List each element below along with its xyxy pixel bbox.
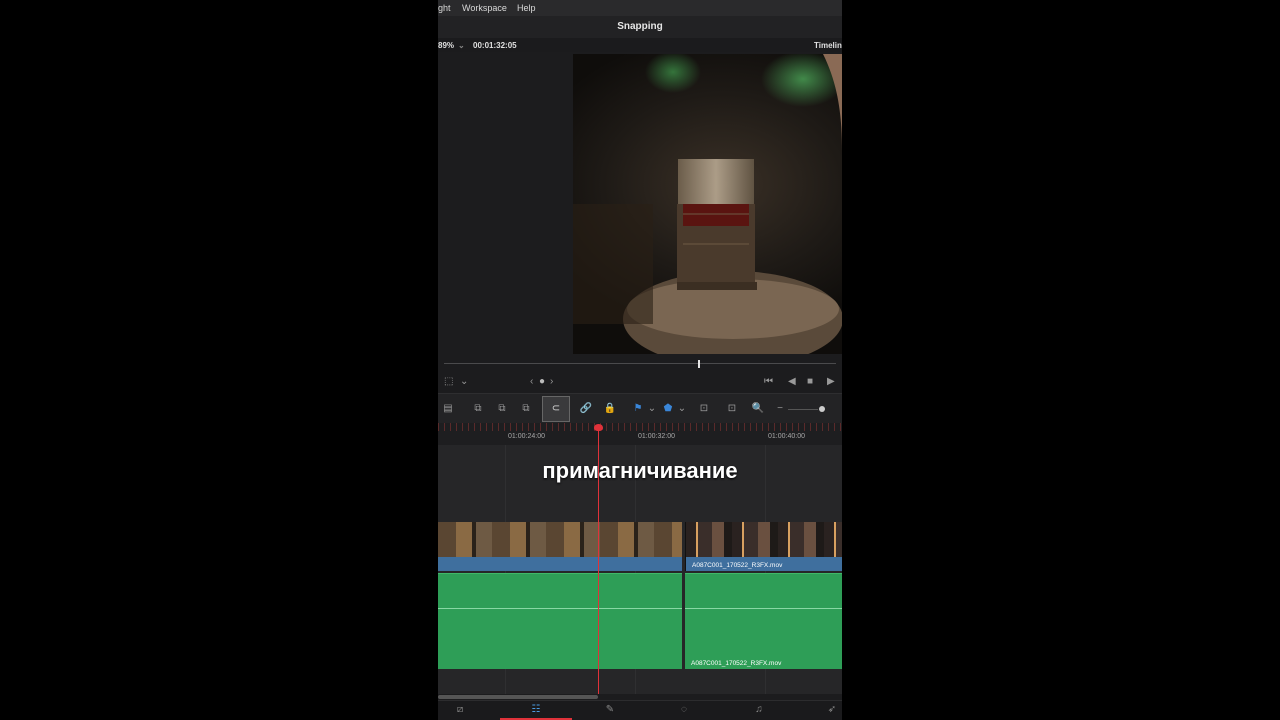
audio-waveform-line [685, 608, 842, 609]
crop-dropdown-icon[interactable]: ⌄ [460, 376, 468, 387]
scrub-track[interactable] [444, 363, 836, 364]
clip-name: A087C001_170522_R3FX.mov [692, 562, 783, 569]
position-lock-icon[interactable]: 🔒 [602, 402, 618, 416]
scrollbar-thumb[interactable] [438, 695, 598, 699]
media-page-icon[interactable]: ⧄ [450, 704, 470, 718]
zoom-dropdown-icon[interactable]: ⌄ [458, 41, 465, 50]
edit-page-tab[interactable]: ☷ [500, 701, 572, 720]
timeline-ruler[interactable]: 01:00:24:00 01:00:32:00 01:00:40:00 [438, 423, 842, 446]
fusion-page-icon[interactable]: ✎ [600, 704, 620, 718]
audio-clip-1[interactable] [438, 573, 682, 669]
clip-thumbnails [686, 522, 842, 557]
color-page-icon[interactable]: ◌ [674, 704, 694, 718]
viewer-scrubber[interactable] [438, 357, 842, 371]
video-frame [573, 54, 842, 354]
snapping-toggle-icon[interactable]: ⊂ [542, 396, 570, 422]
flag-dropdown-icon[interactable]: ⌄ [644, 402, 660, 416]
marker-dropdown-icon[interactable]: ⌄ [674, 402, 690, 416]
zoom-level[interactable]: 89% [438, 41, 454, 50]
viewer-info-bar: 89% ⌄ 00:01:32:05 Timelin [438, 38, 842, 52]
page-navigation-bar: ⧄ ☷ ✎ ◌ ♫ ➶ [438, 700, 842, 720]
insert-clip-icon[interactable]: ⧉ [470, 402, 486, 416]
fairlight-page-icon[interactable]: ♫ [749, 704, 769, 718]
edit-page-icon[interactable]: ☷ [526, 704, 546, 718]
stop-icon[interactable]: ■ [807, 376, 813, 387]
zoom-custom-icon[interactable]: 🔍 [750, 402, 766, 416]
window-title: Snapping [438, 16, 842, 38]
go-to-start-icon[interactable]: ⏮ [764, 376, 773, 387]
viewer-panel[interactable] [438, 52, 842, 357]
video-clip-2[interactable]: A087C001_170522_R3FX.mov [685, 522, 842, 571]
transport-bar: ⬚ ⌄ ‹ ● › ⏮ ◀ ■ ▶ [438, 371, 842, 393]
ruler-label-2: 01:00:32:00 [638, 433, 675, 440]
ruler-label-1: 01:00:24:00 [508, 433, 545, 440]
playhead-line[interactable] [598, 428, 599, 694]
deliver-page-icon[interactable]: ➶ [822, 704, 842, 718]
timecode-display: 00:01:32:05 [473, 41, 517, 50]
edit-toolbar: ▤ ⧉ ⧉ ⧉ ⊂ 🔗 🔒 ⚑ ⌄ ⬟ ⌄ ⊡ ⊡ 🔍 − [438, 393, 842, 424]
linked-selection-icon[interactable]: 🔗 [578, 402, 594, 416]
play-icon[interactable]: ▶ [827, 376, 835, 387]
audio-waveform-line [438, 608, 682, 609]
video-clip-1[interactable] [438, 522, 682, 571]
resolve-app-window: ght Workspace Help Snapping 89% ⌄ 00:01:… [438, 0, 842, 720]
ruler-ticks [438, 423, 842, 431]
audio-clip-2[interactable]: A087C001_170522_R3FX.mov [685, 573, 842, 669]
page-dot-icon: ● [539, 376, 546, 387]
ruler-label-3: 01:00:40:00 [768, 433, 805, 440]
video-frame-image [573, 54, 842, 354]
timeline-view-icon[interactable]: ▤ [440, 402, 456, 416]
clip-thumbnails [438, 522, 682, 557]
menu-item-fairlight[interactable]: ght [438, 3, 451, 13]
crop-icon[interactable]: ⬚ [444, 376, 453, 387]
zoom-out-icon[interactable]: − [772, 402, 788, 416]
menu-item-help[interactable]: Help [517, 3, 536, 13]
replace-clip-icon[interactable]: ⧉ [518, 402, 534, 416]
next-page-icon[interactable]: › [550, 376, 553, 387]
zoom-full-icon[interactable]: ⊡ [696, 402, 712, 416]
menu-item-workspace[interactable]: Workspace [462, 3, 507, 13]
menu-bar: ght Workspace Help [438, 0, 842, 16]
zoom-detail-icon[interactable]: ⊡ [724, 402, 740, 416]
prev-page-icon[interactable]: ‹ [530, 376, 533, 387]
scrub-playhead[interactable] [698, 360, 700, 368]
caption-overlay: примагничивание [542, 458, 738, 483]
clip-name: A087C001_170522_R3FX.mov [691, 660, 782, 667]
timeline-label[interactable]: Timelin [814, 41, 842, 50]
zoom-slider-handle[interactable] [819, 406, 825, 412]
overwrite-clip-icon[interactable]: ⧉ [494, 402, 510, 416]
play-reverse-icon[interactable]: ◀ [788, 376, 796, 387]
zoom-slider-track[interactable] [788, 409, 818, 410]
